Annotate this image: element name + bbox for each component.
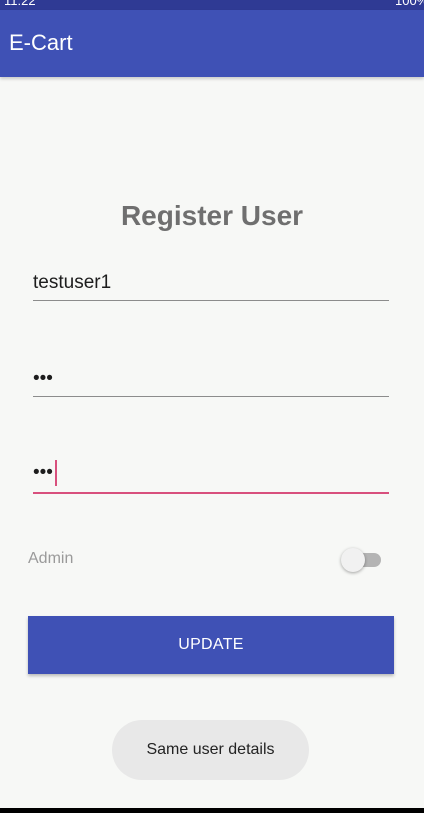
toast-message: Same user details	[112, 720, 309, 780]
navigation-bar	[0, 808, 424, 813]
admin-label: Admin	[28, 550, 74, 567]
switch-thumb	[341, 548, 365, 572]
confirm-password-value: •••	[33, 462, 53, 483]
confirm-password-value-wrap: •••	[33, 460, 57, 486]
confirm-password-field[interactable]: •••	[33, 452, 389, 494]
app-title: E-Cart	[9, 30, 73, 55]
password-value: •••	[33, 368, 53, 389]
username-value: testuser1	[33, 272, 112, 293]
username-field[interactable]: testuser1	[33, 260, 389, 301]
status-battery: 100%	[395, 0, 424, 8]
status-bar: 11:22 100%	[0, 0, 424, 10]
page-title: Register User	[120, 200, 304, 231]
update-button[interactable]: UPDATE	[28, 616, 394, 674]
text-cursor	[54, 460, 57, 486]
admin-switch[interactable]	[341, 547, 383, 573]
app-bar: E-Cart	[0, 10, 424, 77]
password-field[interactable]: •••	[33, 356, 389, 397]
status-time: 11:22	[4, 0, 36, 8]
